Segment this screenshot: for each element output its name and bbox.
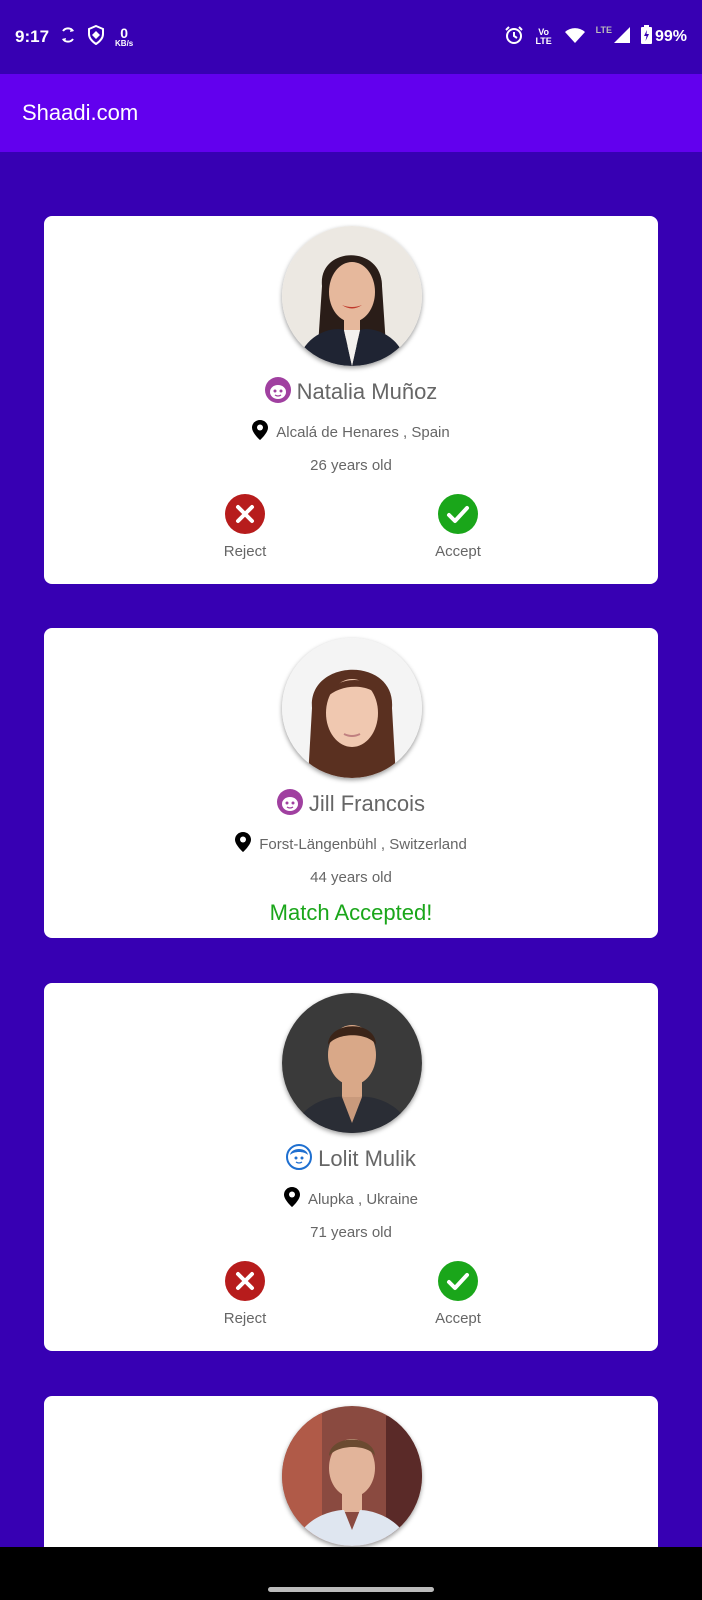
accept-label: Accept — [435, 1310, 481, 1327]
accept-button[interactable]: Accept — [398, 1261, 518, 1327]
reject-label: Reject — [223, 543, 267, 560]
location-pin-icon — [283, 1186, 300, 1212]
battery-percent: 99% — [654, 28, 687, 45]
alarm-icon — [504, 25, 524, 50]
accept-button[interactable]: Accept — [398, 494, 518, 560]
female-face-icon — [264, 376, 291, 408]
female-face-icon — [276, 788, 303, 820]
lte-label: LTE — [595, 24, 612, 35]
volte-badge: Vo LTE — [535, 27, 552, 46]
reject-button[interactable]: Reject — [185, 1261, 305, 1327]
reject-icon[interactable] — [225, 494, 265, 534]
navigation-bar — [0, 1547, 702, 1600]
sync-icon — [59, 26, 77, 49]
accept-label: Accept — [435, 543, 481, 560]
male-face-icon — [286, 1143, 313, 1175]
reject-label: Reject — [223, 1310, 267, 1327]
location-pin-icon — [252, 419, 269, 445]
profile-age: 71 years old — [310, 1224, 392, 1241]
battery-icon — [640, 25, 652, 49]
reject-button[interactable]: Reject — [185, 494, 305, 560]
profile-card — [44, 1396, 658, 1547]
shield-icon — [87, 24, 105, 50]
app-bar: Shaadi.com — [0, 74, 702, 152]
wifi-icon — [564, 26, 586, 49]
status-bar: 9:17 0 KB/s Vo LTE LTE 99% — [0, 0, 702, 74]
profile-location: Alcalá de Henares , Spain — [276, 423, 450, 441]
signal-icon — [613, 26, 631, 49]
reject-icon[interactable] — [225, 1261, 265, 1301]
profile-name: Jill Francois — [308, 791, 426, 816]
location-pin-icon — [235, 831, 252, 857]
profile-card: Natalia Muñoz Alcalá de Henares , Spain … — [44, 216, 658, 584]
status-time: 9:17 — [15, 27, 50, 46]
profile-card: Jill Francois Forst-Längenbühl , Switzer… — [44, 628, 658, 938]
profile-age: 44 years old — [310, 869, 392, 886]
profile-card: Lolit Mulik Alupka , Ukraine 71 years ol… — [44, 983, 658, 1351]
match-status: Match Accepted! — [269, 900, 433, 925]
net-speed: 0 KB/s — [115, 25, 134, 48]
profile-location: Alupka , Ukraine — [307, 1190, 419, 1208]
app-title: Shaadi.com — [22, 100, 139, 125]
profile-location: Forst-Längenbühl , Switzerland — [259, 835, 467, 853]
accept-icon[interactable] — [438, 494, 478, 534]
avatar — [282, 638, 422, 778]
profile-age: 26 years old — [310, 457, 392, 474]
avatar — [282, 226, 422, 366]
avatar — [282, 1406, 422, 1546]
home-gesture-handle[interactable] — [268, 1587, 434, 1592]
profile-name: Lolit Mulik — [318, 1146, 416, 1171]
avatar — [282, 993, 422, 1133]
signal: LTE — [595, 24, 631, 49]
accept-icon[interactable] — [438, 1261, 478, 1301]
profile-name: Natalia Muñoz — [296, 379, 438, 404]
